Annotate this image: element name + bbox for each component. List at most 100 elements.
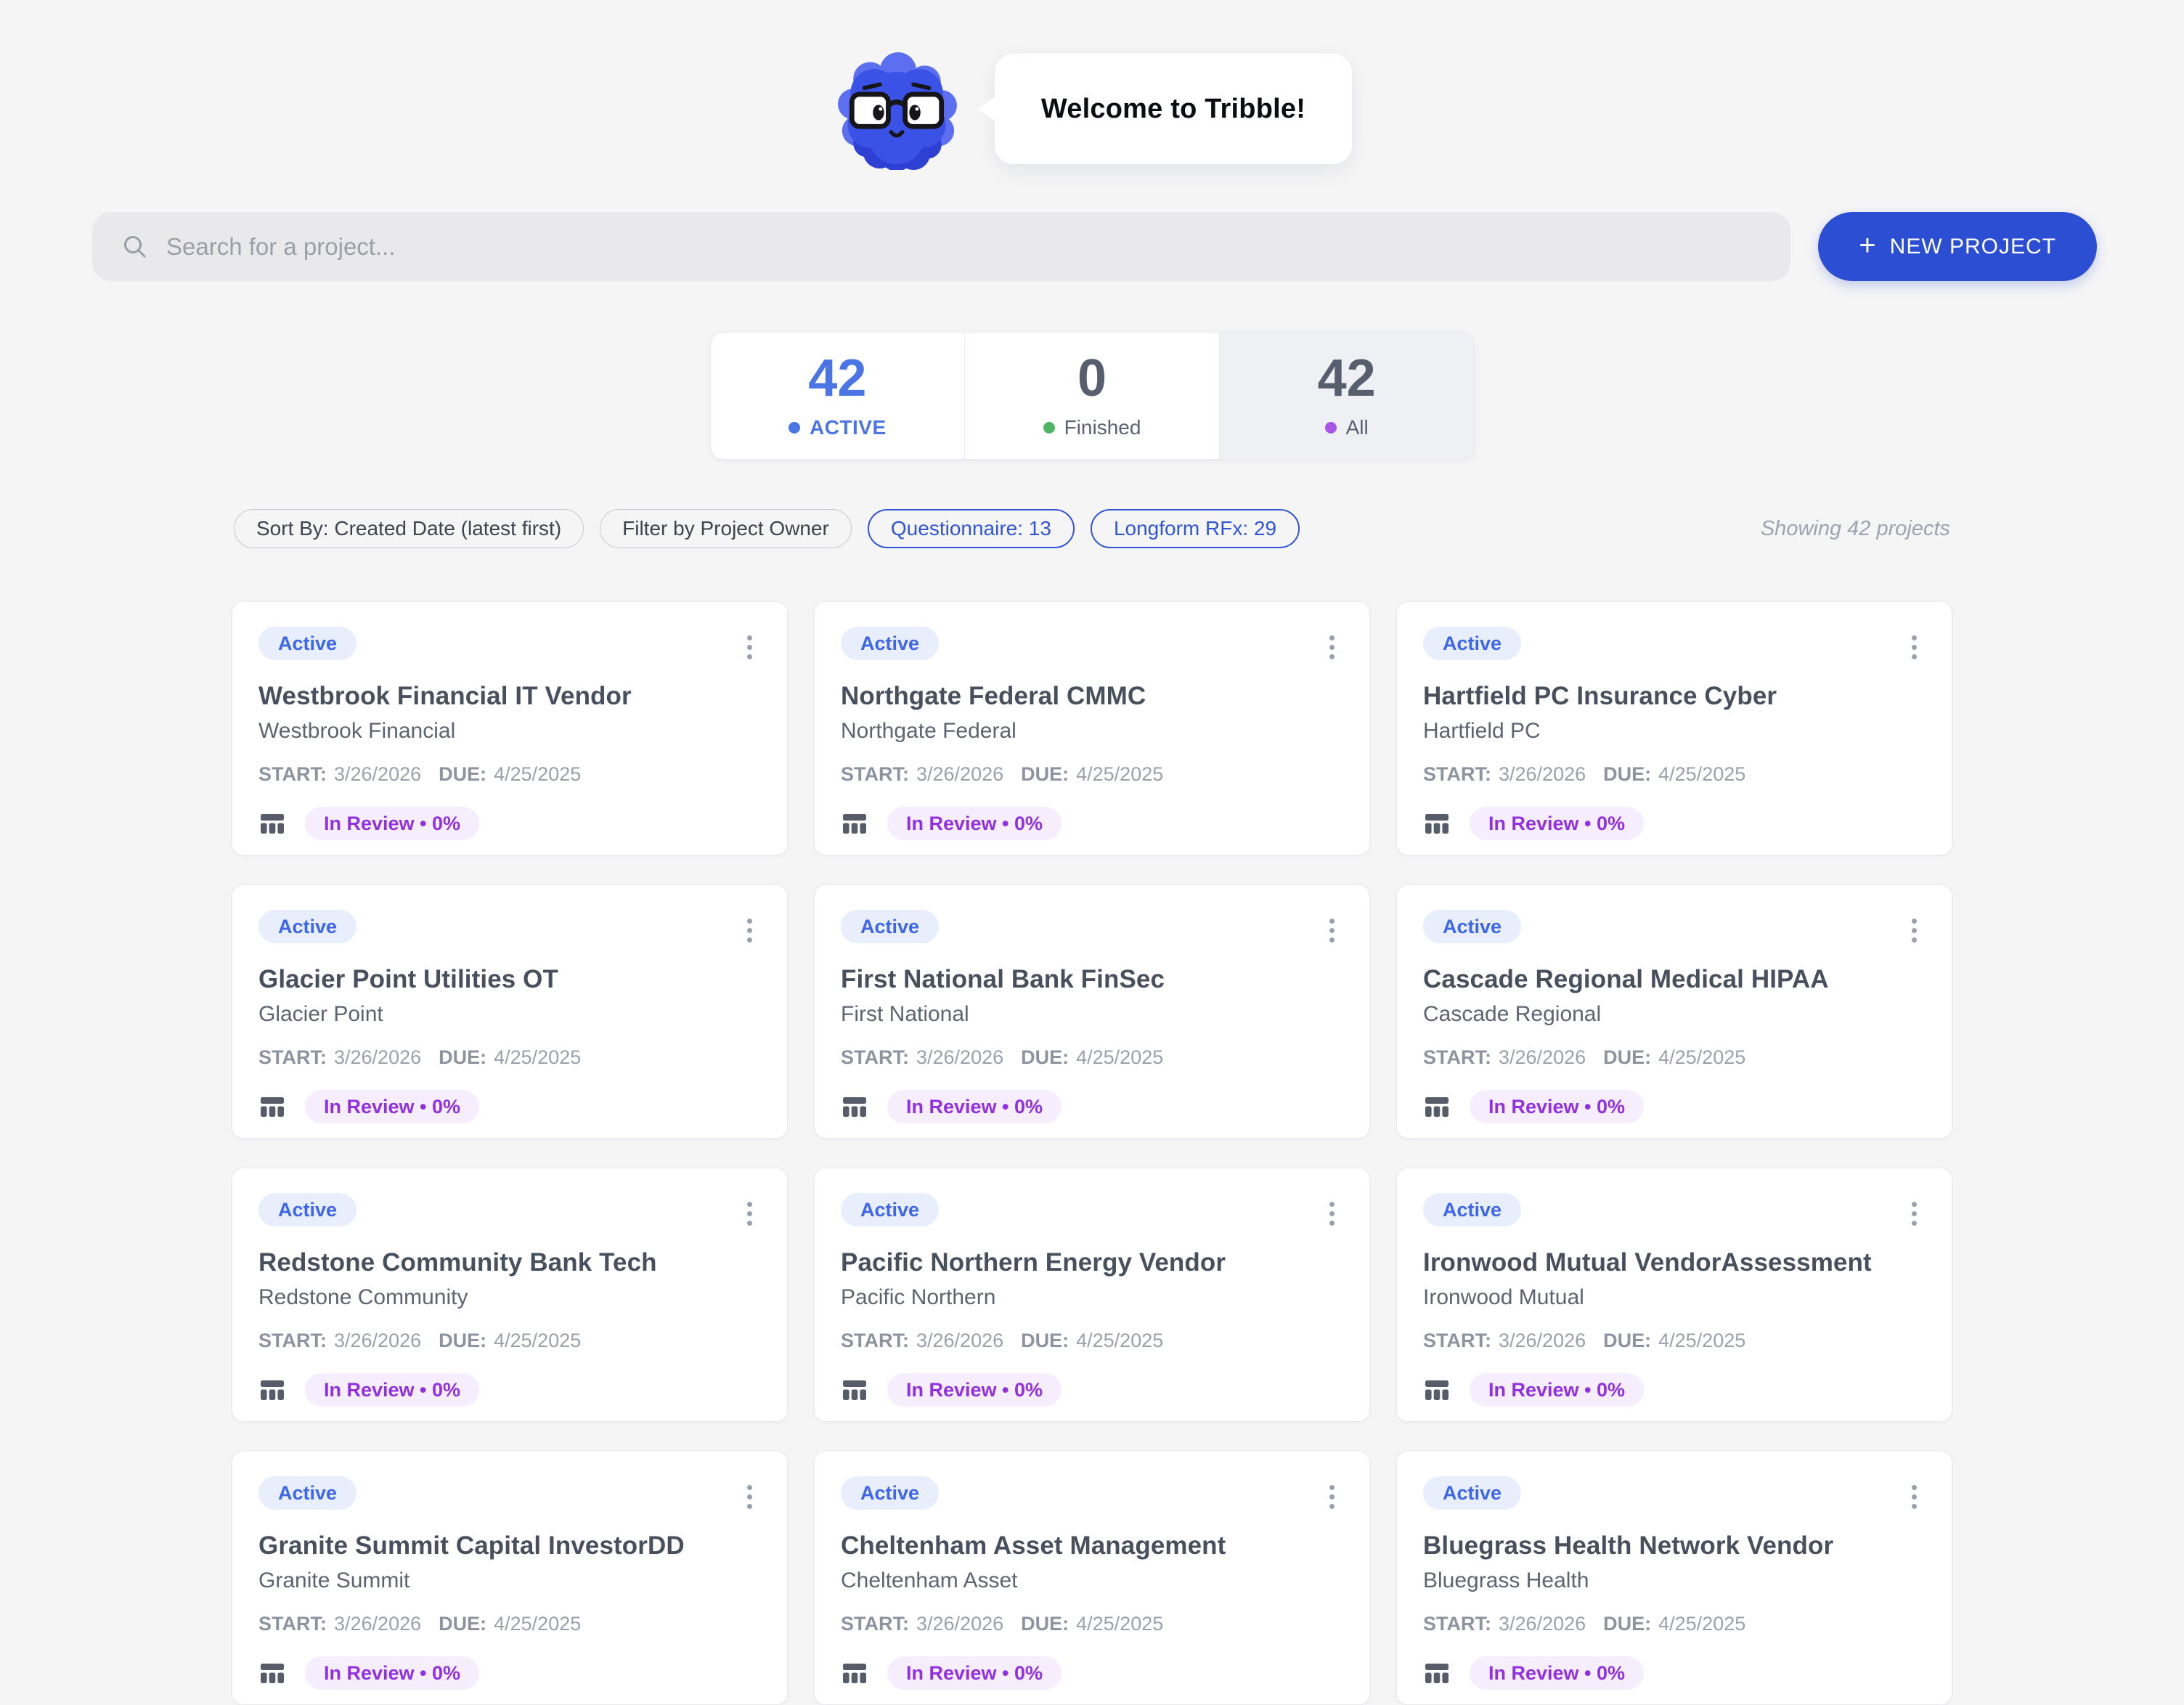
kebab-menu-icon[interactable] — [1898, 914, 1930, 946]
project-card[interactable]: Active Bluegrass Health Network Vendor B… — [1396, 1451, 1952, 1705]
status-badge: Active — [1423, 910, 1521, 943]
project-dates: START: 3/26/2026 DUE: 4/25/2025 — [258, 1330, 764, 1351]
project-dates: START: 3/26/2026 DUE: 4/25/2025 — [1423, 763, 1928, 785]
finished-label: Finished — [1064, 416, 1141, 439]
due-date: 4/25/2025 — [1658, 763, 1745, 785]
project-card[interactable]: Active Westbrook Financial IT Vendor Wes… — [232, 601, 788, 855]
kebab-menu-icon[interactable] — [733, 914, 765, 946]
start-label: START: — [258, 763, 327, 785]
stats-tab-all[interactable]: 42 All — [1219, 333, 1474, 459]
start-date: 3/26/2026 — [1499, 1046, 1586, 1068]
project-progress-row: In Review • 0% — [1423, 1656, 1928, 1690]
start-label: START: — [1423, 1613, 1491, 1635]
start-date: 3/26/2026 — [334, 1046, 421, 1068]
active-count: 42 — [808, 352, 866, 404]
toolbar: + NEW PROJECT — [0, 212, 2184, 281]
start-label: START: — [841, 1046, 909, 1068]
start-date: 3/26/2026 — [1499, 763, 1586, 785]
project-company: Westbrook Financial — [258, 718, 764, 744]
kebab-menu-icon[interactable] — [1316, 1197, 1348, 1229]
project-card[interactable]: Active Glacier Point Utilities OT Glacie… — [232, 884, 788, 1139]
new-project-button[interactable]: + NEW PROJECT — [1818, 212, 2097, 281]
project-dates: START: 3/26/2026 DUE: 4/25/2025 — [258, 763, 764, 785]
due-label: DUE: — [439, 1330, 486, 1351]
status-badge: Active — [1423, 1476, 1521, 1510]
welcome-header: Welcome to Tribble! — [0, 0, 2184, 174]
project-card[interactable]: Active Ironwood Mutual VendorAssessment … — [1396, 1168, 1952, 1422]
project-search-bar[interactable] — [92, 212, 1790, 281]
project-progress-row: In Review • 0% — [258, 807, 764, 840]
review-progress-badge: In Review • 0% — [305, 1656, 479, 1690]
due-date: 4/25/2025 — [1658, 1046, 1745, 1068]
start-label: START: — [1423, 1046, 1491, 1068]
review-progress-badge: In Review • 0% — [305, 1373, 479, 1407]
due-label: DUE: — [439, 763, 486, 785]
project-progress-row: In Review • 0% — [841, 1373, 1346, 1407]
start-date: 3/26/2026 — [916, 1330, 1003, 1351]
status-badge: Active — [841, 910, 939, 943]
project-dates: START: 3/26/2026 DUE: 4/25/2025 — [258, 1613, 764, 1635]
review-progress-badge: In Review • 0% — [1470, 1656, 1644, 1690]
review-progress-badge: In Review • 0% — [887, 1373, 1062, 1407]
project-progress-row: In Review • 0% — [258, 1373, 764, 1407]
due-date: 4/25/2025 — [1076, 1613, 1163, 1635]
sort-by-chip[interactable]: Sort By: Created Date (latest first) — [234, 509, 584, 548]
project-title: Pacific Northern Energy Vendor — [841, 1248, 1346, 1277]
filter-owner-chip[interactable]: Filter by Project Owner — [600, 509, 852, 548]
project-progress-row: In Review • 0% — [841, 807, 1346, 840]
project-card[interactable]: Active Granite Summit Capital InvestorDD… — [232, 1451, 788, 1705]
project-card[interactable]: Active Cascade Regional Medical HIPAA Ca… — [1396, 884, 1952, 1139]
kebab-menu-icon[interactable] — [1316, 1481, 1348, 1513]
project-progress-row: In Review • 0% — [258, 1656, 764, 1690]
project-company: Northgate Federal — [841, 718, 1346, 744]
project-dates: START: 3/26/2026 DUE: 4/25/2025 — [1423, 1330, 1928, 1351]
project-card[interactable]: Active Hartfield PC Insurance Cyber Hart… — [1396, 601, 1952, 855]
project-card[interactable]: Active Cheltenham Asset Management Chelt… — [814, 1451, 1370, 1705]
search-input[interactable] — [166, 233, 1761, 261]
status-badge: Active — [841, 1193, 939, 1226]
kebab-menu-icon[interactable] — [733, 1197, 765, 1229]
active-label: ACTIVE — [810, 416, 887, 439]
due-label: DUE: — [1603, 1613, 1651, 1635]
kebab-menu-icon[interactable] — [1316, 631, 1348, 663]
table-icon — [1423, 1093, 1451, 1120]
table-icon — [841, 1376, 868, 1404]
review-progress-badge: In Review • 0% — [887, 1656, 1062, 1690]
start-date: 3/26/2026 — [1499, 1613, 1586, 1635]
project-dates: START: 3/26/2026 DUE: 4/25/2025 — [841, 1046, 1346, 1068]
kebab-menu-icon[interactable] — [1316, 914, 1348, 946]
due-date: 4/25/2025 — [494, 763, 581, 785]
stats-tab-active[interactable]: 42 ACTIVE — [711, 333, 965, 459]
start-label: START: — [841, 1613, 909, 1635]
kebab-menu-icon[interactable] — [733, 1481, 765, 1513]
review-progress-badge: In Review • 0% — [1470, 1373, 1644, 1407]
project-company: Pacific Northern — [841, 1285, 1346, 1311]
project-title: Westbrook Financial IT Vendor — [258, 682, 764, 711]
project-card[interactable]: Active First National Bank FinSec First … — [814, 884, 1370, 1139]
project-stats-card: 42 ACTIVE 0 Finished 42 All — [710, 332, 1475, 460]
start-date: 3/26/2026 — [334, 763, 421, 785]
kebab-menu-icon[interactable] — [733, 631, 765, 663]
longform-rfx-chip[interactable]: Longform RFx: 29 — [1091, 509, 1300, 548]
table-icon — [1423, 810, 1451, 837]
project-title: Hartfield PC Insurance Cyber — [1423, 682, 1928, 711]
project-dates: START: 3/26/2026 DUE: 4/25/2025 — [841, 763, 1346, 785]
project-progress-row: In Review • 0% — [1423, 807, 1928, 840]
start-date: 3/26/2026 — [334, 1330, 421, 1351]
due-label: DUE: — [439, 1613, 486, 1635]
due-date: 4/25/2025 — [494, 1330, 581, 1351]
kebab-menu-icon[interactable] — [1898, 1481, 1930, 1513]
project-progress-row: In Review • 0% — [841, 1656, 1346, 1690]
project-company: Redstone Community — [258, 1285, 764, 1311]
project-card[interactable]: Active Pacific Northern Energy Vendor Pa… — [814, 1168, 1370, 1422]
kebab-menu-icon[interactable] — [1898, 1197, 1930, 1229]
project-card[interactable]: Active Northgate Federal CMMC Northgate … — [814, 601, 1370, 855]
project-company: Cascade Regional — [1423, 1001, 1928, 1028]
stats-tab-finished[interactable]: 0 Finished — [964, 333, 1219, 459]
kebab-menu-icon[interactable] — [1898, 631, 1930, 663]
project-card[interactable]: Active Redstone Community Bank Tech Reds… — [232, 1168, 788, 1422]
project-title: Bluegrass Health Network Vendor — [1423, 1531, 1928, 1560]
questionnaire-chip[interactable]: Questionnaire: 13 — [868, 509, 1075, 548]
project-title: First National Bank FinSec — [841, 965, 1346, 994]
project-title: Redstone Community Bank Tech — [258, 1248, 764, 1277]
